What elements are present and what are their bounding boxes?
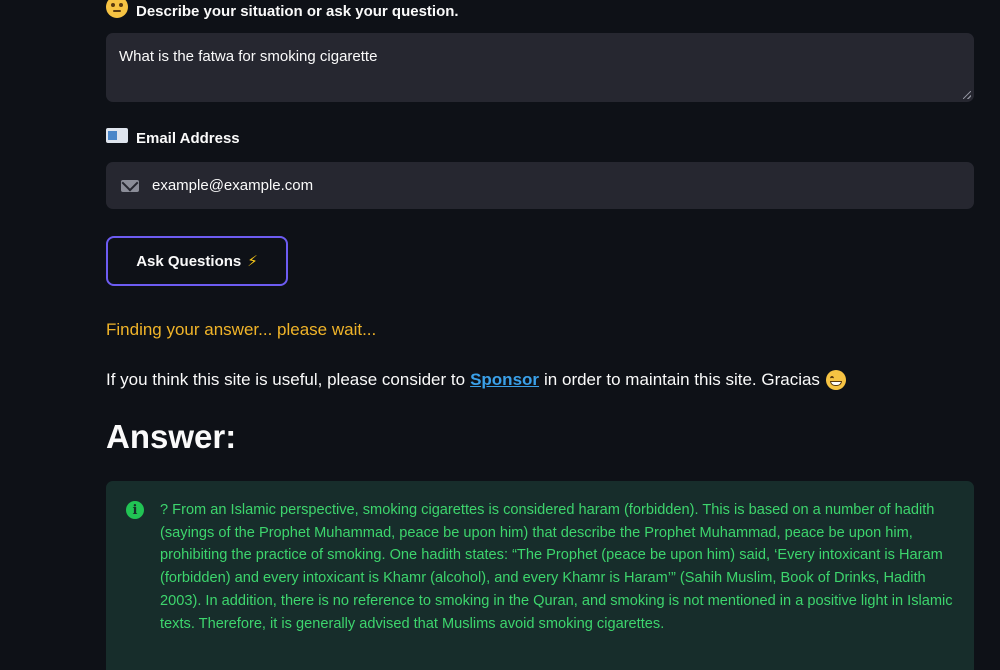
ask-questions-button[interactable]: Ask Questions ⚡ <box>106 236 288 286</box>
lightning-icon: ⚡ <box>247 253 258 270</box>
answer-heading: Answer: <box>106 418 237 455</box>
question-label-text: Describe your situation or ask your ques… <box>136 2 459 20</box>
app-page: Describe your situation or ask your ques… <box>0 0 1000 670</box>
answer-alert: i ? From an Islamic perspective, smoking… <box>106 481 974 670</box>
question-textarea-value: What is the fatwa for smoking cigarette <box>119 48 378 65</box>
sponsor-suffix: in order to maintain this site. Gracias <box>544 370 820 389</box>
envelope-emoji-icon <box>106 127 128 143</box>
sponsor-message: If you think this site is useful, please… <box>106 370 846 390</box>
grinning-face-emoji-icon <box>825 370 846 390</box>
thinking-face-emoji-icon <box>106 0 128 18</box>
ask-questions-label: Ask Questions <box>136 252 242 270</box>
status-message: Finding your answer... please wait... <box>106 320 377 339</box>
sponsor-prefix: If you think this site is useful, please… <box>106 370 466 389</box>
email-label-text: Email Address <box>136 129 240 147</box>
envelope-icon <box>121 179 139 192</box>
email-field[interactable] <box>106 162 974 209</box>
sponsor-link[interactable]: Sponsor <box>470 370 539 390</box>
question-textarea[interactable]: What is the fatwa for smoking cigarette <box>106 33 974 102</box>
answer-text: ? From an Islamic perspective, smoking c… <box>160 502 953 632</box>
info-icon: i <box>126 501 144 519</box>
resize-handle-icon[interactable] <box>963 91 971 99</box>
email-input[interactable] <box>152 177 932 194</box>
question-label: Describe your situation or ask your ques… <box>106 0 459 22</box>
email-label: Email Address <box>106 127 240 149</box>
